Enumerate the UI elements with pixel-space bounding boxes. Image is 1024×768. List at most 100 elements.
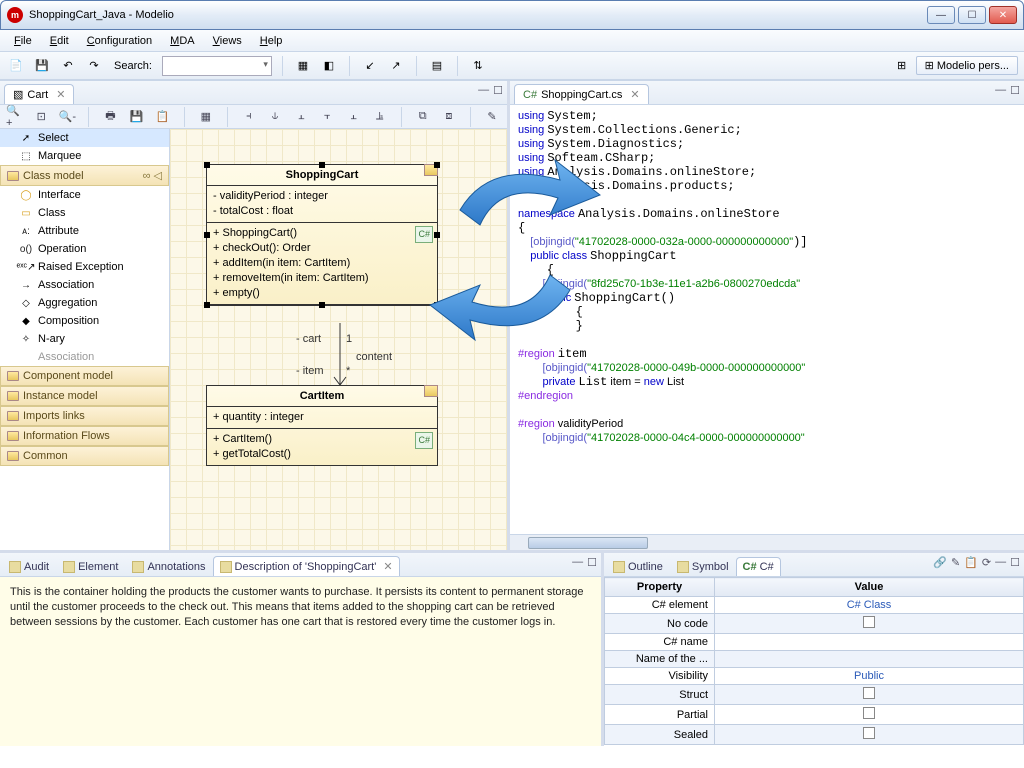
save-icon[interactable]: 💾: [32, 56, 52, 76]
print-icon[interactable]: 🖶: [101, 107, 119, 127]
minimize-pane-icon[interactable]: —: [478, 84, 489, 97]
palette-raised-exception[interactable]: ᵉˣᶜ↗Raised Exception: [0, 258, 169, 276]
tool-icon-2[interactable]: ◧: [319, 56, 339, 76]
close-icon[interactable]: ✕: [630, 88, 639, 101]
refresh-icon[interactable]: ⟳: [982, 556, 991, 569]
palette-attribute[interactable]: ᴀ:Attribute: [0, 222, 169, 240]
palette-class[interactable]: ▭Class: [0, 204, 169, 222]
new-icon[interactable]: 📄: [6, 56, 26, 76]
property-row[interactable]: VisibilityPublic: [605, 668, 1024, 685]
maximize-pane-icon[interactable]: ☐: [1010, 84, 1020, 97]
property-row[interactable]: Sealed: [605, 725, 1024, 745]
undo-icon[interactable]: ↶: [58, 56, 78, 76]
code-editor[interactable]: using System; using System.Collections.G…: [510, 105, 1024, 534]
property-row[interactable]: Name of the ...: [605, 651, 1024, 668]
description-pane: Audit Element Annotations Description of…: [0, 553, 604, 746]
folder-icon: [7, 371, 19, 381]
palette-group-component-model[interactable]: Component model: [0, 366, 169, 386]
maximize-pane-icon[interactable]: ☐: [493, 84, 503, 97]
menu-mda[interactable]: MDA: [162, 33, 202, 49]
copy-image-icon[interactable]: 📋: [154, 107, 172, 127]
align-right-icon[interactable]: ⫠: [292, 107, 310, 127]
palette-composition[interactable]: ◆Composition: [0, 312, 169, 330]
menu-file[interactable]: File: [6, 33, 40, 49]
grid-icon[interactable]: ▦: [197, 107, 215, 127]
palette-group-common[interactable]: Common: [0, 446, 169, 466]
import-icon[interactable]: ↙: [360, 56, 380, 76]
group-icon[interactable]: ⧉: [414, 107, 432, 127]
save-diagram-icon[interactable]: 💾: [128, 107, 146, 127]
palette-group-instance-model[interactable]: Instance model: [0, 386, 169, 406]
style-icon[interactable]: ✎: [483, 107, 501, 127]
horizontal-scrollbar[interactable]: [510, 534, 1024, 550]
description-text[interactable]: This is the container holding the produc…: [0, 577, 601, 746]
edit-icon[interactable]: ✎: [951, 556, 960, 569]
palette-association[interactable]: →Association: [0, 276, 169, 294]
tab-cart[interactable]: ▧ Cart ✕: [4, 84, 74, 104]
maximize-pane-icon[interactable]: ☐: [587, 556, 597, 569]
close-icon[interactable]: ✕: [383, 560, 392, 573]
property-row[interactable]: Struct: [605, 685, 1024, 705]
tab-annotations[interactable]: Annotations: [125, 557, 212, 576]
uml-class-cartitem[interactable]: CartItem + quantity : integer C# + CartI…: [206, 385, 438, 466]
element-icon: [63, 561, 75, 573]
tab-outline[interactable]: Outline: [606, 557, 670, 576]
palette-interface[interactable]: ◯Interface: [0, 186, 169, 204]
palette-group-class-model[interactable]: Class model∞ ◁: [0, 165, 169, 186]
property-row[interactable]: No code: [605, 614, 1024, 634]
perspective-button[interactable]: ⊞ Modelio pers...: [916, 56, 1018, 75]
align-left-icon[interactable]: ⫞: [240, 107, 258, 127]
zoom-fit-icon[interactable]: ⊡: [32, 107, 50, 127]
zoom-in-icon[interactable]: 🔍+: [6, 107, 24, 127]
perspective-picker-icon[interactable]: ⊞: [892, 56, 912, 76]
uml-class-shoppingcart[interactable]: ShoppingCart - validityPeriod : integer …: [206, 164, 438, 306]
palette-marquee[interactable]: ⬚Marquee: [0, 147, 169, 165]
sort-icon[interactable]: ⇅: [468, 56, 488, 76]
align-top-icon[interactable]: ⫟: [318, 107, 336, 127]
tab-label: ShoppingCart.cs: [541, 89, 622, 101]
ungroup-icon[interactable]: ⧈: [440, 107, 458, 127]
sync-icon[interactable]: 🔗: [933, 556, 947, 569]
palette-group-information-flows[interactable]: Information Flows: [0, 426, 169, 446]
minimize-pane-icon[interactable]: —: [995, 556, 1006, 569]
palette-aggregation[interactable]: ◇Aggregation: [0, 294, 169, 312]
tab-symbol[interactable]: Symbol: [670, 557, 736, 576]
palette-nary-association[interactable]: Association: [0, 348, 169, 366]
dropdown-icon[interactable]: ▾: [263, 59, 268, 70]
language-badge: C#: [415, 226, 433, 243]
minimize-pane-icon[interactable]: —: [572, 556, 583, 569]
menu-edit[interactable]: Edit: [42, 33, 77, 49]
redo-icon[interactable]: ↷: [84, 56, 104, 76]
minimize-pane-icon[interactable]: —: [995, 84, 1006, 97]
maximize-pane-icon[interactable]: ☐: [1010, 556, 1020, 569]
search-input[interactable]: [162, 56, 272, 76]
align-middle-icon[interactable]: ⫠: [344, 107, 362, 127]
palette-group-imports-links[interactable]: Imports links: [0, 406, 169, 426]
minimize-button[interactable]: —: [927, 6, 955, 24]
align-center-icon[interactable]: ⫝: [266, 107, 284, 127]
doc-icon[interactable]: ▤: [427, 56, 447, 76]
tab-csharp[interactable]: C#C#: [736, 557, 781, 576]
tab-element[interactable]: Element: [56, 557, 125, 576]
menu-help[interactable]: Help: [252, 33, 291, 49]
menu-views[interactable]: Views: [205, 33, 250, 49]
align-bottom-icon[interactable]: ⫡: [371, 107, 389, 127]
maximize-button[interactable]: ☐: [958, 6, 986, 24]
menu-configuration[interactable]: Configuration: [79, 33, 160, 49]
palette-operation[interactable]: o()Operation: [0, 240, 169, 258]
diagram-canvas[interactable]: ShoppingCart - validityPeriod : integer …: [170, 129, 507, 550]
copy-icon[interactable]: 📋: [964, 556, 978, 569]
close-button[interactable]: ✕: [989, 6, 1017, 24]
tab-description[interactable]: Description of 'ShoppingCart'✕: [213, 556, 400, 576]
close-icon[interactable]: ✕: [56, 88, 65, 101]
zoom-out-icon[interactable]: 🔍-: [58, 107, 76, 127]
export-icon[interactable]: ↗: [386, 56, 406, 76]
palette-select[interactable]: ➚Select: [0, 129, 169, 147]
tool-icon-1[interactable]: ▦: [293, 56, 313, 76]
palette-nary[interactable]: ✧N-ary: [0, 330, 169, 348]
property-row[interactable]: Partial: [605, 705, 1024, 725]
tab-audit[interactable]: Audit: [2, 557, 56, 576]
tab-shoppingcart-cs[interactable]: C# ShoppingCart.cs ✕: [514, 84, 649, 104]
property-row[interactable]: C# name: [605, 634, 1024, 651]
property-row[interactable]: C# elementC# Class: [605, 597, 1024, 614]
